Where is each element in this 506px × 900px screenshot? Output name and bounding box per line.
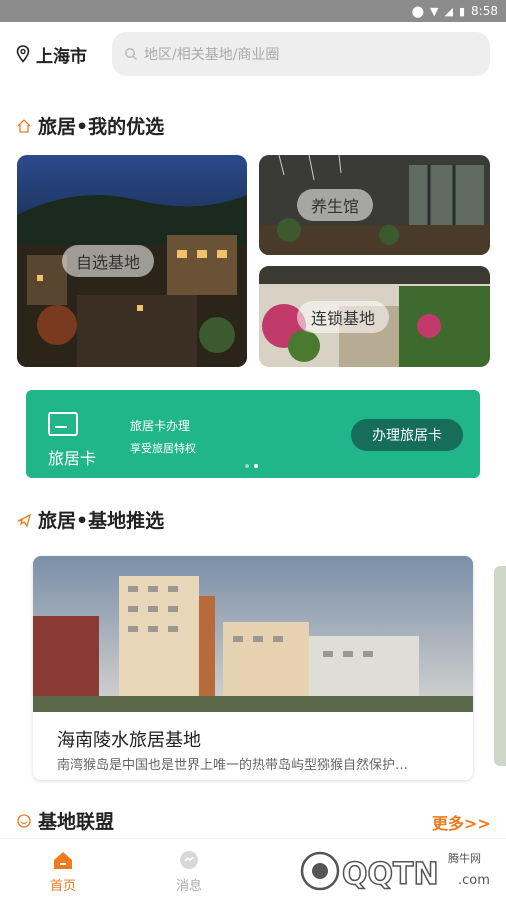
message-icon xyxy=(180,851,198,869)
alliance-icon xyxy=(17,813,31,828)
svg-text:.com: .com xyxy=(458,873,490,888)
section-title-text: 旅居•基地推选 xyxy=(38,510,165,532)
wifi-icon: ▼ xyxy=(430,4,439,18)
tile-self-select-label: 自选基地 xyxy=(62,245,155,277)
tab-label: 消息 xyxy=(175,879,202,894)
location-selector[interactable]: 上海市 xyxy=(16,42,108,67)
apply-travel-card-button[interactable]: 办理旅居卡 xyxy=(351,419,463,451)
top-bar: 上海市 地区/相关基地/商业圈 xyxy=(0,30,506,78)
svg-text:腾牛网: 腾牛网 xyxy=(448,851,481,865)
travel-card-line1: 旅居卡办理 xyxy=(130,419,191,433)
tile-chain-base-label: 连锁基地 xyxy=(297,301,390,333)
search-input[interactable]: 地区/相关基地/商业圈 xyxy=(112,32,490,76)
carousel-dot xyxy=(245,464,249,468)
base-description: 南湾猴岛是中国也是世界上唯一的热带岛屿型猕猴自然保护… xyxy=(57,758,409,773)
restaurant-interior-image xyxy=(259,155,490,255)
tile-health-house-label: 养生馆 xyxy=(297,189,374,221)
tile-health-house[interactable]: 养生馆 xyxy=(259,155,490,255)
carousel-indicator xyxy=(245,464,258,468)
tab-label: 首页 xyxy=(49,879,76,894)
tab-home[interactable]: 首页 xyxy=(0,839,126,900)
signal-icon: ◢ xyxy=(444,4,453,18)
next-base-card-peek[interactable] xyxy=(494,566,506,766)
status-time: 8:58 xyxy=(471,4,498,18)
qqtn-watermark-logo: QQTN .com 腾牛网 xyxy=(300,851,490,893)
travel-card-line2: 享受旅居特权 xyxy=(130,442,196,455)
base-card[interactable]: 海南陵水旅居基地 南湾猴岛是中国也是世界上唯一的热带岛屿型猕猴自然保护… xyxy=(33,556,473,780)
svg-text:QQTN: QQTN xyxy=(342,857,439,892)
location-label: 上海市 xyxy=(36,46,87,67)
status-bar: ⬤ ▼ ◢ ▮ 8:58 xyxy=(0,0,506,22)
tile-chain-base[interactable]: 连锁基地 xyxy=(259,266,490,367)
house-icon xyxy=(17,118,31,133)
plane-icon xyxy=(17,513,32,527)
more-link[interactable]: 更多>> xyxy=(432,810,491,834)
section-alliance-title: 基地联盟 xyxy=(16,807,114,834)
battery-icon: ▮ xyxy=(458,4,466,18)
section-title-text: 旅居•我的优选 xyxy=(38,116,165,138)
location-status-icon: ⬤ xyxy=(411,4,425,18)
search-placeholder: 地区/相关基地/商业圈 xyxy=(144,47,280,63)
section-title-text: 基地联盟 xyxy=(38,811,115,833)
location-pin-icon xyxy=(16,45,30,63)
home-icon xyxy=(54,852,72,869)
search-icon xyxy=(125,48,138,61)
card-icon xyxy=(48,412,78,436)
section-my-picks-title: 旅居•我的优选 xyxy=(16,112,164,139)
section-base-recommend-title: 旅居•基地推选 xyxy=(16,506,164,533)
tab-messages[interactable]: 消息 xyxy=(126,839,252,900)
apartment-buildings-image xyxy=(33,556,473,712)
base-name: 海南陵水旅居基地 xyxy=(57,730,201,751)
tile-self-select-base[interactable]: 自选基地 xyxy=(17,155,247,367)
carousel-dot-active xyxy=(254,464,258,468)
travel-card-name: 旅居卡 xyxy=(48,449,97,468)
